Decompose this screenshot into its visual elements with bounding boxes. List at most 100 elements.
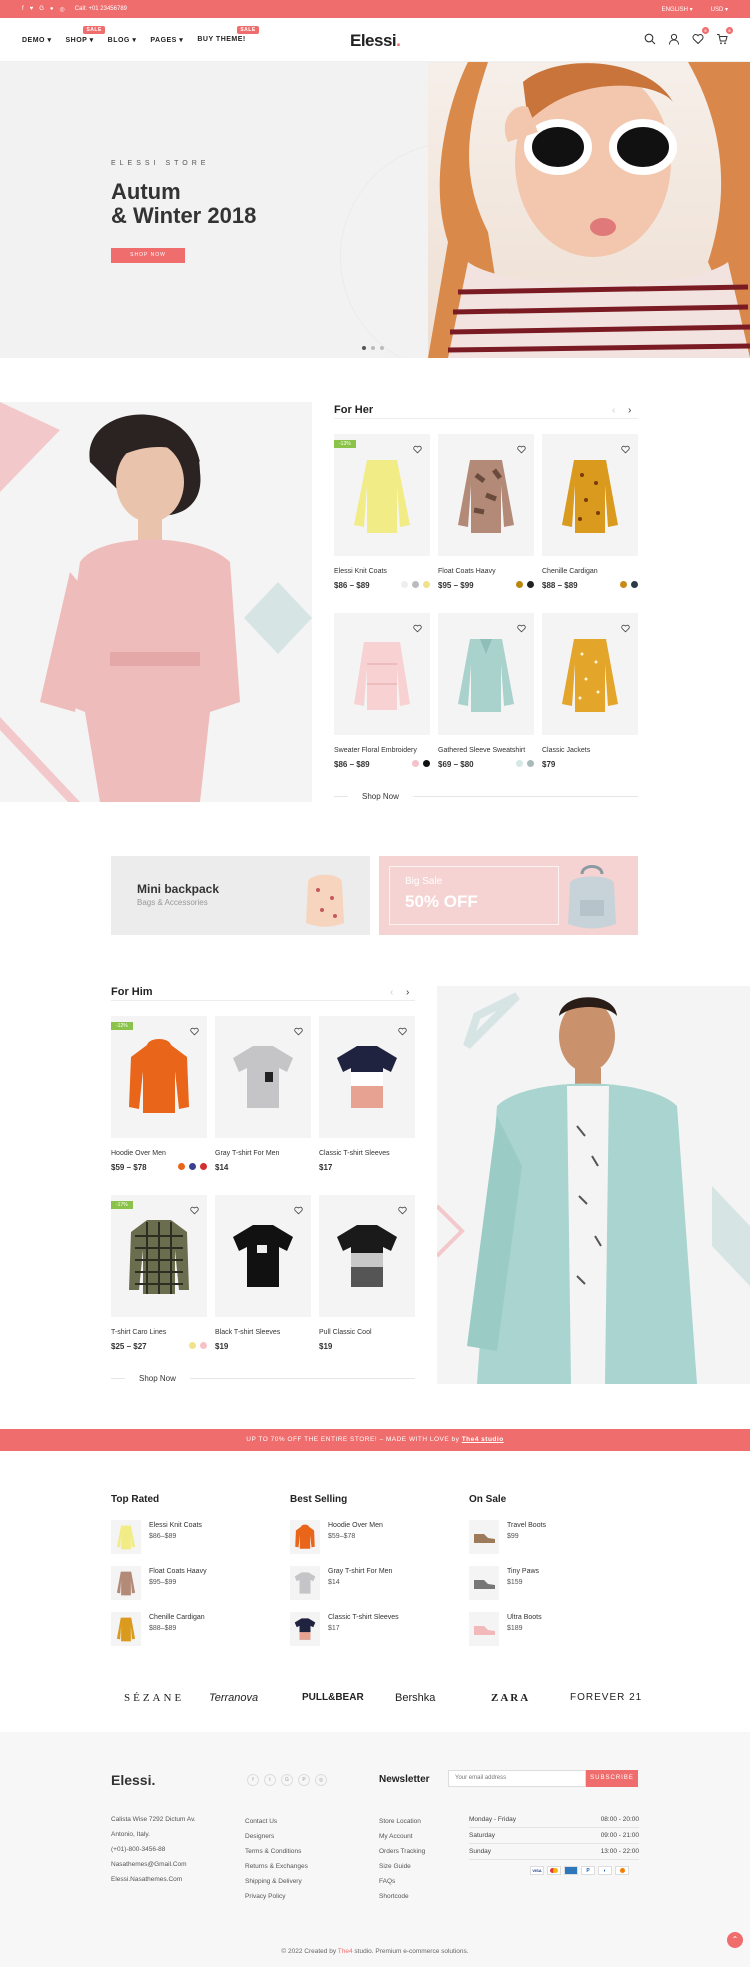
wishlist-heart-icon[interactable] — [190, 1023, 199, 1036]
facebook-icon[interactable]: f — [247, 1774, 259, 1786]
newsletter-email-input[interactable]: Your email address — [448, 1770, 586, 1787]
mini-backpack-banner[interactable]: Mini backpack Bags & Accessories — [111, 856, 370, 935]
footer-link[interactable]: My Account — [379, 1829, 425, 1844]
footer-link[interactable]: Contact Us — [245, 1814, 308, 1829]
next-arrow-icon[interactable]: › — [406, 987, 409, 998]
pinterest-icon[interactable]: ● — [50, 6, 54, 13]
color-swatches[interactable] — [620, 581, 638, 588]
user-icon[interactable] — [668, 32, 680, 45]
product-thumb[interactable] — [290, 1520, 320, 1554]
product-card[interactable]: Sweater Floral Embroidery $86 – $89 — [334, 613, 430, 769]
nav-item-demo[interactable]: DEMO ▾ — [22, 36, 51, 44]
product-thumb[interactable] — [290, 1566, 320, 1600]
wishlist-heart-icon[interactable] — [398, 1023, 407, 1036]
footer-link[interactable]: Store Location — [379, 1814, 425, 1829]
product-card[interactable]: Chenille Cardigan $88 – $89 — [542, 434, 638, 590]
product-card[interactable]: -13% Elessi Knit Coats $86 – $89 — [334, 434, 430, 590]
list-item[interactable]: Tiny Paws $159 — [469, 1566, 546, 1600]
brand-logo[interactable]: ZARA — [491, 1692, 530, 1704]
product-card[interactable]: -17% T-shirt Caro Lines $25 – $27 — [111, 1195, 207, 1351]
footer-link[interactable]: Size Guide — [379, 1859, 425, 1874]
product-name[interactable]: Classic Jackets — [542, 747, 638, 754]
brand-logo[interactable]: PULL&BEAR — [302, 1692, 364, 1703]
product-image[interactable] — [319, 1195, 415, 1317]
product-name[interactable]: Black T-shirt Sleeves — [215, 1329, 311, 1336]
language-select[interactable]: ENGLISH ▾ — [662, 6, 693, 13]
wishlist-heart-icon[interactable] — [517, 441, 526, 454]
product-thumb[interactable] — [469, 1520, 499, 1554]
wishlist-heart-icon[interactable] — [294, 1202, 303, 1215]
color-swatches[interactable] — [401, 581, 430, 588]
product-image[interactable]: -13% — [334, 434, 430, 556]
pinterest-icon[interactable]: P — [298, 1774, 310, 1786]
footer-logo[interactable]: Elessi. — [111, 1772, 155, 1788]
instagram-icon[interactable]: ◎ — [315, 1774, 327, 1786]
product-card[interactable]: Classic Jackets $79 — [542, 613, 638, 769]
product-card[interactable]: Float Coats Haavy $95 – $99 — [438, 434, 534, 590]
product-name[interactable]: Classic T-shirt Sleeves — [319, 1150, 415, 1157]
product-name[interactable]: Elessi Knit Coats — [334, 568, 430, 575]
brand-logo[interactable]: Terranova — [209, 1692, 258, 1704]
brand-logo[interactable]: FOREVER 21 — [570, 1692, 642, 1703]
product-image[interactable] — [542, 613, 638, 735]
list-item[interactable]: Classic T-shirt Sleeves $17 — [290, 1612, 399, 1646]
big-sale-banner[interactable]: Big Sale 50% OFF — [379, 856, 638, 935]
product-image[interactable] — [438, 613, 534, 735]
product-thumb[interactable] — [111, 1520, 141, 1554]
footer-link[interactable]: Returns & Exchanges — [245, 1859, 308, 1874]
footer-link[interactable]: Privacy Policy — [245, 1889, 308, 1904]
prev-arrow-icon[interactable]: ‹ — [612, 405, 615, 416]
product-card[interactable]: Gathered Sleeve Sweatshirt $69 – $80 — [438, 613, 534, 769]
nav-item-shop[interactable]: SHOP ▾ SALE — [65, 25, 105, 44]
hero-shop-now-button[interactable]: SHOP NOW — [111, 248, 185, 263]
list-item[interactable]: Chenille Cardigan $88–$89 — [111, 1612, 207, 1646]
product-name[interactable]: Float Coats Haavy — [438, 568, 534, 575]
product-thumb[interactable] — [111, 1566, 141, 1600]
wishlist-heart-icon[interactable] — [398, 1202, 407, 1215]
currency-select[interactable]: USD ▾ — [711, 6, 728, 13]
promo-link[interactable]: The4 studio — [462, 1436, 504, 1443]
search-icon[interactable] — [644, 32, 656, 45]
footer-link[interactable]: Terms & Conditions — [245, 1844, 308, 1859]
footer-link[interactable]: FAQs — [379, 1874, 425, 1889]
product-image[interactable]: -17% — [111, 1195, 207, 1317]
facebook-icon[interactable]: f — [22, 6, 24, 13]
product-thumb[interactable] — [111, 1612, 141, 1646]
back-to-top-button[interactable]: ⌃ — [727, 1932, 743, 1948]
product-name[interactable]: Hoodie Over Men — [111, 1150, 207, 1157]
color-swatches[interactable] — [178, 1163, 207, 1170]
wishlist-heart-icon[interactable] — [621, 620, 630, 633]
brand-logo[interactable]: SÉZANE — [124, 1692, 184, 1704]
footer-link[interactable]: Orders Tracking — [379, 1844, 425, 1859]
product-name[interactable]: Gray T-shirt For Men — [215, 1150, 311, 1157]
for-her-shop-now[interactable]: Shop Now — [334, 792, 638, 801]
product-image[interactable] — [319, 1016, 415, 1138]
product-card[interactable]: Pull Classic Cool $19 — [319, 1195, 415, 1351]
subscribe-button[interactable]: SUBSCRIBE — [586, 1770, 638, 1787]
color-swatches[interactable] — [516, 581, 534, 588]
product-image[interactable] — [215, 1016, 311, 1138]
product-card[interactable]: Black T-shirt Sleeves $19 — [215, 1195, 311, 1351]
wishlist-heart-icon[interactable] — [413, 620, 422, 633]
brand-logo[interactable]: Bershka — [395, 1692, 435, 1704]
product-image[interactable] — [215, 1195, 311, 1317]
wishlist-heart-icon[interactable] — [517, 620, 526, 633]
product-card[interactable]: -12% Hoodie Over Men $59 – $78 — [111, 1016, 207, 1172]
list-item[interactable]: Travel Boots $99 — [469, 1520, 546, 1554]
for-him-shop-now[interactable]: Shop Now — [111, 1374, 415, 1383]
footer-link[interactable]: Shipping & Delivery — [245, 1874, 308, 1889]
instagram-icon[interactable]: ◎ — [60, 6, 65, 13]
nav-item-buy-theme[interactable]: BUY THEME! SALE — [197, 25, 259, 44]
list-item[interactable]: Float Coats Haavy $95–$99 — [111, 1566, 207, 1600]
nav-item-pages[interactable]: PAGES ▾ — [150, 36, 183, 44]
twitter-icon[interactable]: t — [264, 1774, 276, 1786]
product-image[interactable] — [438, 434, 534, 556]
nav-item-blog[interactable]: BLOG ▾ — [108, 36, 137, 44]
list-item[interactable]: Gray T-shirt For Men $14 — [290, 1566, 399, 1600]
product-card[interactable]: Classic T-shirt Sleeves $17 — [319, 1016, 415, 1172]
product-name[interactable]: T-shirt Caro Lines — [111, 1329, 207, 1336]
product-name[interactable]: Chenille Cardigan — [542, 568, 638, 575]
color-swatches[interactable] — [516, 760, 534, 767]
list-item[interactable]: Hoodie Over Men $59–$78 — [290, 1520, 399, 1554]
cart-icon[interactable]: 0 — [716, 27, 733, 45]
